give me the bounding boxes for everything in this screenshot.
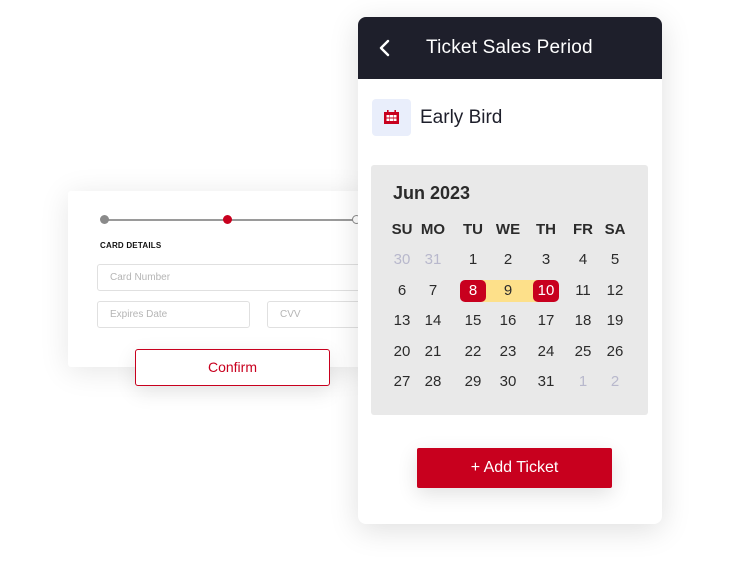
calendar-day[interactable]: 14 xyxy=(418,310,448,332)
calendar-day[interactable]: 30 xyxy=(493,371,523,393)
weekday-mo: MO xyxy=(420,221,446,238)
calendar-day[interactable]: 7 xyxy=(418,280,448,302)
month-label: Jun 2023 xyxy=(393,183,471,203)
card-details-form: CARD DETAILS Card Number Expires Date CV… xyxy=(68,191,377,367)
calendar-day[interactable]: 6 xyxy=(387,280,417,302)
calendar-day[interactable]: 28 xyxy=(418,371,448,393)
calendar-day[interactable]: 29 xyxy=(458,371,488,393)
calendar-day[interactable]: 18 xyxy=(568,310,598,332)
add-ticket-button[interactable]: + Add Ticket xyxy=(417,448,612,488)
panel-header: Ticket Sales Period xyxy=(358,17,662,79)
step-1-completed[interactable] xyxy=(100,215,109,224)
calendar-day[interactable]: 22 xyxy=(458,341,488,363)
weekday-sa: SA xyxy=(604,221,626,238)
calendar-day[interactable]: 20 xyxy=(387,341,417,363)
calendar-day[interactable]: 3 xyxy=(531,249,561,271)
calendar-day[interactable]: 17 xyxy=(531,310,561,332)
chevron-left-icon[interactable] xyxy=(378,39,392,57)
calendar-day[interactable]: 21 xyxy=(418,341,448,363)
card-number-input[interactable]: Card Number xyxy=(97,264,377,291)
date-picker-calendar: Jun 2023 SU MO TU WE TH FR SA 30 31 1 2 3 4 5 6 7 8 9 10 11… xyxy=(371,165,648,415)
calendar-day[interactable]: 15 xyxy=(458,310,488,332)
calendar-day[interactable]: 31 xyxy=(418,249,448,271)
calendar-day[interactable]: 1 xyxy=(458,249,488,271)
weekday-tu: TU xyxy=(463,221,483,238)
section-label: CARD DETAILS xyxy=(100,241,162,250)
calendar-icon-box xyxy=(372,99,411,136)
progress-stepper xyxy=(100,215,368,224)
weekday-we: WE xyxy=(495,221,521,238)
calendar-day[interactable]: 26 xyxy=(600,341,630,363)
calendar-day[interactable]: 2 xyxy=(600,371,630,393)
calendar-day[interactable]: 16 xyxy=(493,310,523,332)
calendar-day-selected[interactable]: 8 xyxy=(460,279,486,302)
calendar-day[interactable]: 31 xyxy=(531,371,561,393)
calendar-day[interactable]: 1 xyxy=(568,371,598,393)
calendar-day[interactable]: 23 xyxy=(493,341,523,363)
calendar-day-in-range[interactable]: 9 xyxy=(493,280,523,302)
confirm-button[interactable]: Confirm xyxy=(135,349,330,386)
calendar-day[interactable]: 19 xyxy=(600,310,630,332)
ticket-sales-period-panel: Ticket Sales Period Early Bird Jun 2023 … xyxy=(358,17,662,524)
expires-date-input[interactable]: Expires Date xyxy=(97,301,250,328)
calendar-day[interactable]: 5 xyxy=(600,249,630,271)
calendar-day[interactable]: 2 xyxy=(493,249,523,271)
period-name: Early Bird xyxy=(420,107,503,128)
weekday-fr: FR xyxy=(573,221,593,238)
calendar-day[interactable]: 12 xyxy=(600,280,630,302)
calendar-day[interactable]: 25 xyxy=(568,341,598,363)
calendar-icon xyxy=(384,110,399,124)
weekday-su: SU xyxy=(391,221,413,238)
calendar-day[interactable]: 4 xyxy=(568,249,598,271)
calendar-day[interactable]: 13 xyxy=(387,310,417,332)
weekday-th: TH xyxy=(536,221,556,238)
calendar-day[interactable]: 27 xyxy=(387,371,417,393)
step-2-active[interactable] xyxy=(223,215,232,224)
calendar-day[interactable]: 11 xyxy=(568,280,598,302)
calendar-day-selected[interactable]: 10 xyxy=(533,279,559,302)
calendar-day[interactable]: 24 xyxy=(531,341,561,363)
calendar-day[interactable]: 30 xyxy=(387,249,417,271)
panel-title: Ticket Sales Period xyxy=(426,37,593,58)
